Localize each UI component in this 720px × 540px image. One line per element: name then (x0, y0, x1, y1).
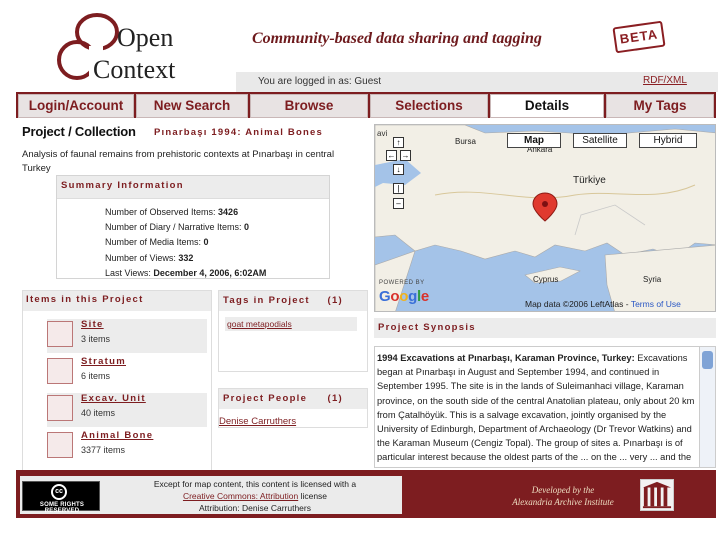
tab-browse[interactable]: Browse (250, 94, 368, 118)
item-name-link[interactable]: Site (81, 319, 104, 330)
project-collection-label: Project / Collection (22, 124, 136, 139)
item-name-link[interactable]: Stratum (81, 356, 126, 367)
item-count: 3 items (81, 334, 111, 344)
rdf-xml-link[interactable]: RDF/XML (643, 75, 687, 86)
item-count: 3377 items (81, 445, 126, 455)
attribution-text: Attribution: Denise Carruthers (199, 503, 311, 513)
map-label-cyprus: Cyprus (533, 275, 559, 284)
summary-heading: Summary Information (57, 176, 329, 198)
summary-line: Number of Views: 332 (105, 252, 194, 263)
map-attribution: Map data ©2006 LeftAtlas - Terms of Use (525, 299, 681, 309)
people-heading: Project People (223, 393, 308, 404)
animal-bone-icon (47, 432, 73, 458)
beta-badge: BETA (612, 20, 666, 54)
map-type-map-button[interactable]: Map (507, 133, 561, 148)
tab-new-search[interactable]: New Search (136, 94, 248, 118)
excavation-unit-icon (47, 395, 73, 421)
google-logo[interactable]: Google (379, 288, 429, 305)
pan-left-icon[interactable]: ← (386, 150, 397, 161)
pan-up-icon[interactable]: ↑ (393, 137, 404, 148)
tab-login-account[interactable]: Login/Account (18, 94, 134, 118)
summary-line: Last Views: December 4, 2006, 6:02AM (105, 267, 267, 278)
login-status: You are logged in as: Guest (258, 76, 382, 87)
project-people-panel: Project People (1) Denise Carruthers (218, 388, 368, 428)
tab-selections[interactable]: Selections (370, 94, 488, 118)
item-count: 40 items (81, 408, 116, 418)
tab-my-tags[interactable]: My Tags (606, 94, 714, 118)
pan-down-icon[interactable]: ↓ (393, 164, 404, 175)
project-title: Pınarbaşı 1994: Animal Bones (154, 127, 323, 138)
people-count: (1) (327, 393, 343, 404)
tag-link[interactable]: goat metapodials (225, 317, 357, 331)
alexandria-archive-logo[interactable] (640, 479, 674, 511)
summary-body: Number of Observed Items: 3426 Number of… (57, 198, 329, 281)
person-link[interactable]: Denise Carruthers (219, 416, 296, 427)
tags-heading: Tags in Project (223, 295, 310, 306)
map-corner-label: avi (377, 129, 388, 138)
zoom-in-icon[interactable]: | (393, 183, 404, 194)
logo-word-open: Open (117, 23, 173, 52)
creative-commons-link[interactable]: Creative Commons: Attribution (183, 491, 298, 501)
site-tagline: Community-based data sharing and tagging (252, 30, 542, 47)
site-icon (47, 321, 73, 347)
terms-of-use-link[interactable]: Terms of Use (631, 299, 681, 309)
tags-count: (1) (327, 295, 343, 306)
map-type-hybrid-button[interactable]: Hybrid (639, 133, 697, 148)
synopsis-text: 1994 Excavations at Pınarbaşı, Karaman P… (377, 353, 695, 467)
page: Open Context Community-based data sharin… (0, 0, 720, 540)
pan-right-icon[interactable]: → (400, 150, 411, 161)
people-heading-bar: Project People (1) (219, 389, 367, 409)
summary-information-panel: Summary Information Number of Observed I… (56, 175, 330, 279)
creative-commons-badge[interactable]: cc SOME RIGHTS RESERVED (22, 481, 100, 514)
project-description: Analysis of faunal remains from prehisto… (22, 149, 335, 174)
list-item[interactable]: Animal Bone 3377 items (47, 430, 207, 464)
map-view[interactable]: avi Bursa Ankara Türkiye Cyprus Syria ↑ … (374, 124, 716, 312)
item-name-link[interactable]: Excav. Unit (81, 393, 146, 404)
synopsis-scroll-box[interactable]: 1994 Excavations at Pınarbaşı, Karaman P… (374, 346, 716, 468)
tags-in-project-panel: Tags in Project (1) goat metapodials (218, 290, 368, 372)
powered-by-label: POWERED BY (379, 280, 425, 286)
zoom-out-icon[interactable]: – (393, 198, 404, 209)
summary-line: Number of Diary / Narrative Items: 0 (105, 222, 250, 233)
license-text: Except for map content, this content is … (153, 479, 357, 489)
main-nav: Login/Account New Search Browse Selectio… (16, 92, 716, 118)
list-item[interactable]: Excav. Unit 40 items (47, 393, 207, 427)
tab-details[interactable]: Details (490, 94, 604, 118)
map-label-bursa: Bursa (455, 137, 476, 146)
synopsis-heading: Project Synopsis (378, 322, 476, 333)
map-label-turkiye: Türkiye (573, 175, 606, 186)
license-link-line: Creative Commons: Attribution license (182, 491, 328, 501)
summary-line: Number of Observed Items: 3426 (105, 207, 239, 217)
stratum-icon (47, 358, 73, 384)
list-item[interactable]: Site 3 items (47, 319, 207, 353)
scrollbar-thumb[interactable] (702, 351, 713, 369)
map-label-syria: Syria (643, 275, 662, 284)
synopsis-scrollbar[interactable] (699, 347, 715, 467)
logo-word-context: Context (93, 55, 176, 84)
map-type-satellite-button[interactable]: Satellite (573, 133, 627, 148)
developed-by-text: Developed by the Alexandria Archive Insti… (512, 485, 614, 507)
cc-label: SOME RIGHTS RESERVED (39, 502, 85, 514)
summary-line: Number of Media Items: 0 (105, 237, 209, 248)
open-context-logo[interactable]: Open Context (55, 12, 195, 84)
item-name-link[interactable]: Animal Bone (81, 430, 153, 441)
tags-heading-bar: Tags in Project (1) (219, 291, 367, 311)
items-in-project-panel: Items in this Project Site 3 items Strat… (22, 290, 212, 475)
cc-icon: cc (51, 484, 67, 500)
list-item[interactable]: Stratum 6 items (47, 356, 207, 390)
item-count: 6 items (81, 371, 111, 381)
items-heading: Items in this Project (23, 291, 211, 311)
